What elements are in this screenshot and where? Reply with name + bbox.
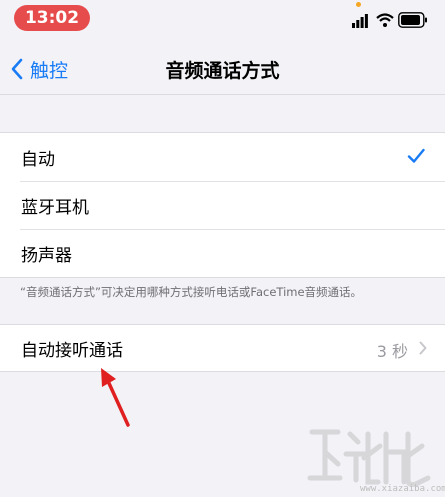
status-time[interactable]: 13:02 — [14, 5, 90, 31]
checkmark-icon — [407, 148, 425, 163]
section-footnote: “音频通话方式”可决定用哪种方式接听电话或FaceTime音频通话。 — [20, 285, 363, 299]
option-label: 蓝牙耳机 — [21, 197, 89, 218]
option-speaker[interactable]: 扬声器 — [0, 229, 445, 277]
wifi-icon — [376, 13, 394, 27]
audio-routing-options: 自动 蓝牙耳机 扬声器 — [0, 132, 445, 278]
auto-answer-group: 自动接听通话 3 秒 — [0, 324, 445, 372]
chevron-right-icon — [419, 341, 427, 355]
option-label: 扬声器 — [21, 245, 72, 266]
status-bar: 13:02 — [0, 0, 445, 44]
annotation-arrow-icon — [101, 368, 130, 427]
auto-answer-label: 自动接听通话 — [21, 340, 123, 361]
option-automatic[interactable]: 自动 — [0, 133, 445, 181]
page-title: 音频通话方式 — [165, 60, 280, 82]
option-label: 自动 — [21, 149, 55, 170]
watermark-url: www.xiazaiba.com — [360, 484, 445, 494]
option-bluetooth-headset[interactable]: 蓝牙耳机 — [0, 181, 445, 229]
cellular-signal-icon — [352, 14, 368, 28]
auto-answer-value: 3 秒 — [376, 342, 408, 361]
navigation-bar: 触控 音频通话方式 — [0, 44, 445, 95]
auto-answer-calls-row[interactable]: 自动接听通话 3 秒 — [0, 325, 445, 371]
mic-indicator-dot — [356, 2, 361, 7]
battery-icon — [398, 12, 427, 28]
